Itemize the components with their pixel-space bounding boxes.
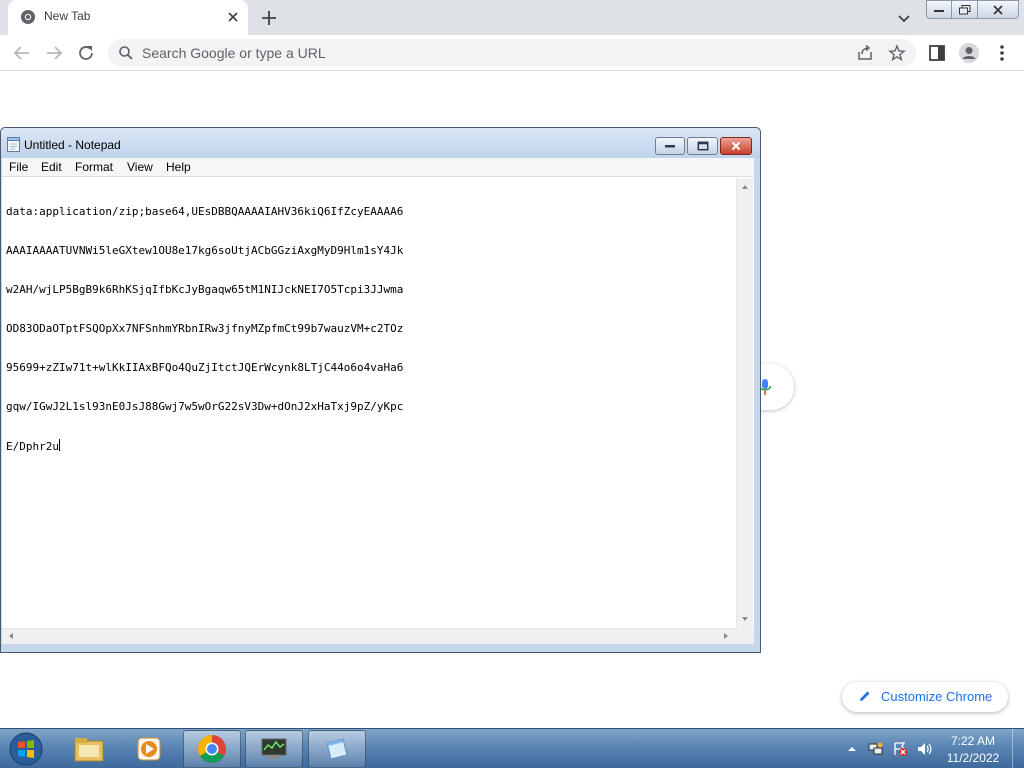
action-center-icon[interactable] [892, 741, 908, 757]
scroll-down-icon[interactable] [739, 613, 751, 625]
chrome-icon [198, 735, 226, 763]
notepad-minimize-button[interactable] [655, 137, 685, 155]
share-icon[interactable] [856, 44, 874, 62]
taskbar-app-media-player[interactable] [120, 730, 178, 768]
chevron-down-icon[interactable] [894, 8, 914, 28]
notepad-titlebar[interactable]: Untitled - Notepad [1, 128, 760, 158]
text-caret [58, 439, 60, 451]
menu-file[interactable]: File [9, 160, 28, 174]
text-line-content: E/Dphr2u [6, 440, 59, 453]
clock-date[interactable]: 11/2/2022 [938, 751, 1008, 765]
chevron-up-icon[interactable] [844, 741, 860, 757]
text-line: AAAIAAAATUVNWi5leGXtew1OU8e17kg6soUtjACb… [6, 244, 404, 257]
notepad-window[interactable]: Untitled - Notepad File Edit Format View… [0, 127, 761, 653]
chrome-icon [21, 10, 35, 24]
clock-time[interactable]: 7:22 AM [938, 734, 1008, 748]
omnibox-input[interactable] [142, 43, 822, 63]
notepad-text-area[interactable]: data:application/zip;base64,UEsDBBQAAAAI… [2, 177, 754, 629]
notepad-title: Untitled - Notepad [24, 138, 121, 152]
pencil-icon [860, 691, 870, 701]
tab-new-tab[interactable]: New Tab [8, 0, 248, 35]
text-line: gqw/IGwJ2L1sl93nE0JsJ88Gwj7w5wOrG22sV3Dw… [6, 400, 404, 413]
menu-help[interactable]: Help [166, 160, 191, 174]
scroll-up-icon[interactable] [739, 181, 751, 193]
menu-edit[interactable]: Edit [41, 160, 62, 174]
network-monitor-icon [261, 738, 287, 759]
minimize-icon [665, 145, 675, 148]
restore-icon [958, 4, 970, 14]
tab-title: New Tab [44, 9, 91, 23]
star-icon[interactable] [888, 44, 906, 62]
plus-icon[interactable] [258, 7, 280, 29]
omnibox[interactable] [108, 39, 916, 67]
taskbar-app-chrome[interactable] [183, 730, 241, 768]
show-desktop-button[interactable] [1012, 729, 1024, 768]
vertical-scrollbar[interactable] [736, 178, 753, 628]
forward-arrow-icon[interactable] [42, 41, 66, 65]
text-line: OD83ODaOTptFSQOpXx7NFSnhmYRbnIRw3jfnyMZp… [6, 322, 404, 335]
media-player-icon [137, 737, 161, 761]
text-line: w2AH/wjLP5BgB9k6RhKSjqIfbKcJyBgaqw65tM1N… [6, 283, 404, 296]
notepad-icon [7, 137, 20, 152]
volume-icon[interactable] [916, 741, 932, 757]
customize-chrome-button[interactable]: Customize Chrome [842, 682, 1008, 712]
horizontal-scrollbar[interactable] [2, 628, 737, 644]
text-line: data:application/zip;base64,UEsDBBQAAAAI… [6, 205, 404, 218]
notepad-menubar: File Edit Format View Help [2, 158, 754, 177]
side-panel-icon[interactable] [925, 41, 949, 65]
menu-format[interactable]: Format [75, 160, 113, 174]
taskbar-app-explorer[interactable] [60, 730, 118, 768]
scroll-right-icon[interactable] [720, 630, 732, 642]
taskbar-app-network-tool[interactable] [245, 730, 303, 768]
window-minimize-button[interactable] [926, 0, 952, 19]
maximize-icon [697, 141, 708, 151]
menu-view[interactable]: View [127, 160, 153, 174]
notepad-text[interactable]: data:application/zip;base64,UEsDBBQAAAAI… [6, 179, 486, 478]
more-vert-icon[interactable] [990, 41, 1014, 65]
network-icon[interactable] [868, 741, 884, 757]
browser-toolbar [0, 35, 1024, 71]
text-line: 95699+zZIw71t+wlKkIIAxBFQo4QuZjItctJQErW… [6, 361, 404, 374]
window-restore-button[interactable] [951, 0, 978, 19]
notepad-maximize-button[interactable] [687, 137, 718, 155]
close-icon [993, 4, 1003, 15]
close-icon[interactable] [224, 8, 242, 26]
back-arrow-icon[interactable] [10, 41, 34, 65]
close-icon [731, 141, 741, 151]
text-line-last: E/Dphr2u [6, 439, 486, 453]
folder-icon [74, 738, 104, 762]
search-icon [119, 46, 133, 60]
notepad-icon [326, 738, 348, 760]
start-button[interactable] [6, 730, 46, 768]
profile-icon[interactable] [957, 41, 981, 65]
taskbar-app-notepad[interactable] [308, 730, 366, 768]
tab-strip: New Tab [0, 0, 1024, 35]
scrollbar-corner [737, 628, 754, 644]
scroll-left-icon[interactable] [5, 630, 17, 642]
reload-icon[interactable] [74, 41, 98, 65]
taskbar: 7:22 AM 11/2/2022 [0, 728, 1024, 768]
customize-chrome-label: Customize Chrome [881, 689, 993, 704]
minimize-icon [934, 9, 944, 12]
notepad-close-button[interactable] [720, 137, 752, 155]
window-close-button[interactable] [977, 0, 1019, 19]
